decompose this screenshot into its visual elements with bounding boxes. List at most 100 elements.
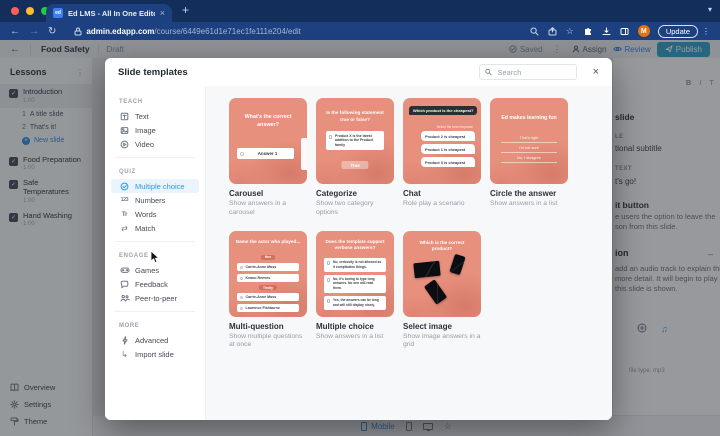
tab-close-icon[interactable]: × [160,8,165,18]
template-name: Multi-question [229,321,284,331]
preview-question: Is the following statement true or false… [326,110,384,122]
text-icon [119,112,130,121]
preview-question: Which is the correct product? [419,239,465,252]
app-area: ← Food Safety Draft Saved ⋮ Assign Revie… [0,40,720,436]
preview-question: Name the actor who played... [235,238,301,244]
words-icon: Tr [121,210,128,218]
template-card-carousel[interactable]: What's the correct answer? Answer 1 Caro… [229,98,307,218]
modal-header: Slide templates × [105,58,612,86]
preview-chat-caption: Select the best response [436,125,473,129]
url-path: /course/6449e61d1e71ec1fe111e204/edit [154,26,301,36]
nav-item-import-slide[interactable]: ↳ Import slide [111,347,199,361]
section-label-teach: TEACH [119,99,143,105]
template-name: Multiple choice [316,321,374,331]
template-description: Show answers in a list [490,200,558,207]
section-label-quiz: QUIZ [119,169,136,175]
template-name: Carousel [229,189,264,198]
template-card-categorize[interactable]: Is the following statement true or false… [316,98,394,218]
browser-url-bar: ← → ↻ admin.edapp.com/course/6449e61d1e7… [0,22,720,40]
slide-templates-modal: Slide templates × TEACH Text [105,58,612,420]
template-description: Show answers in a list [316,332,384,340]
preview-chat-replies: Product 2 is cheapest Product 1 is cheap… [421,131,475,167]
template-preview: What's the correct answer? Answer 1 [229,98,307,184]
numbers-icon: 123 [120,197,129,203]
template-name: Chat [403,189,421,198]
template-preview: Which product is the cheapest? Select th… [403,98,481,184]
nav-item-numbers[interactable]: 123 Numbers [111,193,199,207]
template-description: Show image answers in a grid [403,332,481,349]
preview-chat-question: Which product is the cheapest? [409,106,478,115]
template-preview: Which is the correct product? [403,230,481,317]
template-description: Role play a scenario [403,200,465,207]
template-card-select-image[interactable]: Which is the correct product? Select ima… [403,230,481,351]
browser-window: ed Ed LMS - All In One Editor × + ▾ ← → … [0,0,720,436]
template-card-chat[interactable]: Which product is the cheapest? Select th… [403,98,481,218]
preview-question: Does the template support verbose answer… [325,238,385,251]
search-icon [484,68,492,76]
preview-answer-pill: Answer 1 [237,148,294,159]
share-icon[interactable] [548,26,557,36]
template-card-circle-the-answer[interactable]: Ed makes learning fun That's right I'm n… [490,98,568,218]
template-description: Show answers in a carousel [229,200,287,216]
preview-question-groups: Neo Carrie-Anne Moss Keanu Reeves Trinit… [237,254,299,313]
preview-true-button: True [341,161,369,169]
radio-icon [240,151,244,156]
browser-tab[interactable]: ed Ed LMS - All In One Editor × [46,4,172,22]
nav-item-video[interactable]: Video [111,137,199,151]
window-controls[interactable] [11,7,49,15]
extensions-puzzle-icon[interactable] [583,26,593,36]
browser-back-button[interactable]: ← [10,26,20,37]
preview-statement-box: Product X is the latest addition to the … [326,131,384,151]
template-card-multiple-choice[interactable]: Does the template support verbose answer… [316,230,394,351]
image-icon [119,126,130,135]
preview-options: That's right I'm not sure No, I disagree [501,133,557,163]
close-window-button[interactable] [11,7,19,15]
preview-product-image [413,260,441,278]
lightning-icon [119,335,130,345]
gamepad-icon [119,266,130,274]
nav-item-match[interactable]: ⇄ Match [111,221,199,235]
nav-item-text[interactable]: Text [111,109,199,123]
nav-item-multiple-choice[interactable]: Multiple choice [111,179,199,193]
browser-profile-avatar[interactable]: M [637,25,650,37]
template-description: Show two category options [316,200,374,216]
nav-item-words[interactable]: Tr Words [111,207,199,221]
tab-title: Ed LMS - All In One Editor [68,8,155,18]
nav-item-feedback[interactable]: Feedback [111,277,199,291]
nav-item-advanced[interactable]: Advanced [111,333,199,347]
section-label-more: MORE [119,323,140,329]
template-search-input[interactable] [495,66,571,78]
url-text[interactable]: admin.edapp.com/course/6449e61d1e71ec1fe… [86,27,301,36]
speech-bubble-icon [119,280,130,289]
mouse-cursor [150,250,160,269]
bookmark-star-icon[interactable]: ☆ [566,26,574,37]
template-preview: Does the template support verbose answer… [316,230,394,317]
template-preview: Name the actor who played... Neo Carrie-… [229,230,307,317]
template-grid: What's the correct answer? Answer 1 Caro… [205,86,612,420]
chevron-down-icon[interactable]: ▾ [708,5,712,14]
minimize-window-button[interactable] [26,7,34,15]
template-description: Show multiple questions at once [229,332,303,349]
preview-next-card [301,138,307,170]
checkbox-icon [328,135,332,139]
modal-close-icon[interactable]: × [593,66,599,78]
new-tab-button[interactable]: + [182,3,189,17]
template-card-multi-question[interactable]: Name the actor who played... Neo Carrie-… [229,230,307,351]
browser-reload-button[interactable]: ↻ [48,26,56,37]
download-icon[interactable] [602,27,611,36]
people-icon [119,294,130,302]
template-search-box[interactable] [478,64,577,80]
search-icon[interactable] [530,27,539,36]
browser-menu-icon[interactable]: ⋮ [702,27,710,36]
template-name: Select image [403,321,452,331]
browser-forward-button[interactable]: → [29,26,39,37]
browser-tab-strip: ed Ed LMS - All In One Editor × + ▾ [0,0,720,22]
side-panel-icon[interactable] [620,27,629,36]
nav-item-image[interactable]: Image [111,123,199,137]
url-domain: admin.edapp.com [86,26,155,36]
check-circle-icon [119,182,130,191]
nav-item-peer-to-peer[interactable]: Peer-to-peer [111,291,199,305]
template-name: Categorize [316,189,357,198]
browser-update-button[interactable]: Update [657,24,698,38]
match-arrows-icon: ⇄ [121,223,128,233]
